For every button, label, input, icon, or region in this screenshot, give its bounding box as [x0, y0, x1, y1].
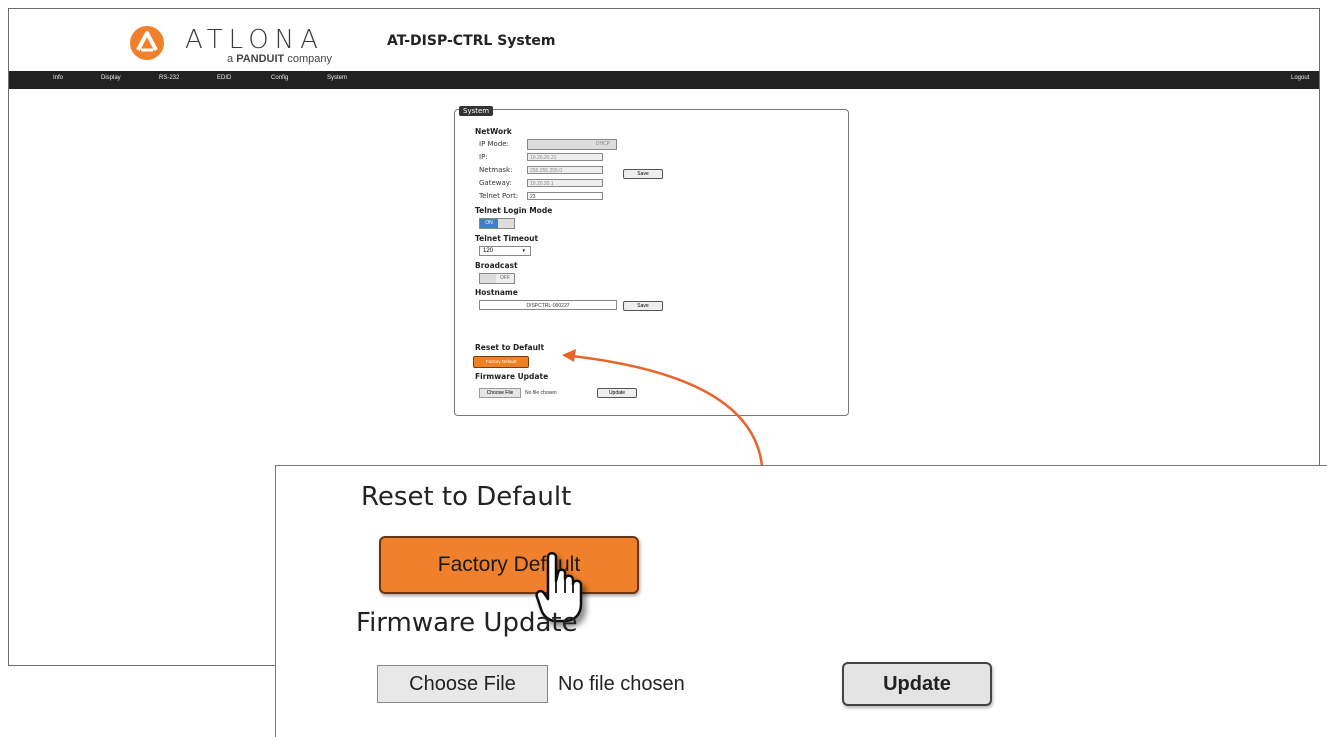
select-chevron-icon: ▾	[522, 248, 525, 254]
factory-default-button[interactable]: Factory Default	[379, 536, 639, 594]
atlona-logo: ATLONA a PANDUIT company	[117, 19, 357, 69]
top-nav: Info Display RS-232 EDID Config System L…	[9, 71, 1319, 89]
zoom-callout: Reset to Default Factory Default Firmwar…	[275, 465, 1327, 737]
gateway-field[interactable]: 10.20.20.1	[527, 179, 603, 187]
broadcast-toggle[interactable]: OFF	[479, 273, 515, 284]
telnet-login-heading: Telnet Login Mode	[475, 206, 553, 215]
system-panel: System NetWork IP Mode: DHCP IP: 10.20.2…	[454, 106, 849, 416]
atlona-logo-icon	[130, 26, 164, 60]
choose-file-button[interactable]: Choose File	[377, 665, 548, 703]
hostname-save-button[interactable]: Save	[623, 301, 663, 311]
brand-tagline: a PANDUIT company	[227, 53, 332, 65]
nav-item-config[interactable]: Config	[271, 75, 288, 81]
reset-heading: Reset to Default	[475, 343, 545, 352]
page-title: AT-DISP-CTRL System	[387, 33, 556, 49]
no-file-chosen-text: No file chosen	[558, 673, 685, 695]
gateway-label: Gateway:	[479, 179, 512, 187]
netmask-field[interactable]: 255.255.255.0	[527, 166, 603, 174]
ip-mode-toggle[interactable]: DHCP	[527, 139, 617, 150]
network-save-button[interactable]: Save	[623, 169, 663, 179]
nav-item-info[interactable]: Info	[53, 75, 63, 81]
brand-name: ATLONA	[185, 25, 324, 55]
brand-tagline-b: PANDUIT	[236, 53, 285, 65]
brand-tagline-c: company	[287, 53, 332, 65]
telnet-port-label: Telnet Port:	[479, 192, 519, 200]
telnet-port-field[interactable]: 23	[527, 192, 603, 200]
logout-link[interactable]: Logout	[1291, 75, 1309, 81]
nav-item-edid[interactable]: EDID	[217, 75, 231, 81]
update-button[interactable]: Update	[842, 662, 992, 706]
hostname-field[interactable]: DISPCTRL-000227	[479, 300, 617, 310]
firmware-heading: Firmware Update	[475, 372, 549, 381]
network-heading: NetWork	[475, 127, 512, 136]
zoom-firmware-heading: Firmware Update	[356, 608, 578, 638]
factory-default-button-small[interactable]: Factory Default	[473, 356, 529, 368]
nav-item-system[interactable]: System	[327, 75, 347, 81]
ip-field[interactable]: 10.20.20.21	[527, 153, 603, 161]
hostname-heading: Hostname	[475, 288, 518, 297]
telnet-login-on: ON	[480, 219, 498, 228]
panel-tab-system: System	[459, 106, 494, 116]
nav-item-rs232[interactable]: RS-232	[159, 75, 179, 81]
ip-mode-label: IP Mode:	[479, 140, 509, 148]
no-file-text-small: No file chosen	[525, 390, 557, 396]
nav-item-display[interactable]: Display	[101, 75, 121, 81]
telnet-timeout-value: 120	[483, 248, 494, 254]
update-button-small[interactable]: Update	[597, 388, 637, 398]
telnet-timeout-select[interactable]: 120 ▾	[479, 246, 531, 256]
choose-file-button-small[interactable]: Choose File	[479, 388, 521, 398]
brand-tagline-a: a	[227, 53, 234, 65]
ip-mode-value: DHCP	[595, 141, 610, 147]
broadcast-off: OFF	[496, 274, 514, 283]
netmask-label: Netmask:	[479, 166, 513, 174]
zoom-reset-heading: Reset to Default	[361, 482, 572, 512]
ip-label: IP:	[479, 153, 488, 161]
broadcast-heading: Broadcast	[475, 261, 518, 270]
telnet-login-toggle[interactable]: ON	[479, 218, 515, 229]
telnet-timeout-heading: Telnet Timeout	[475, 234, 539, 243]
